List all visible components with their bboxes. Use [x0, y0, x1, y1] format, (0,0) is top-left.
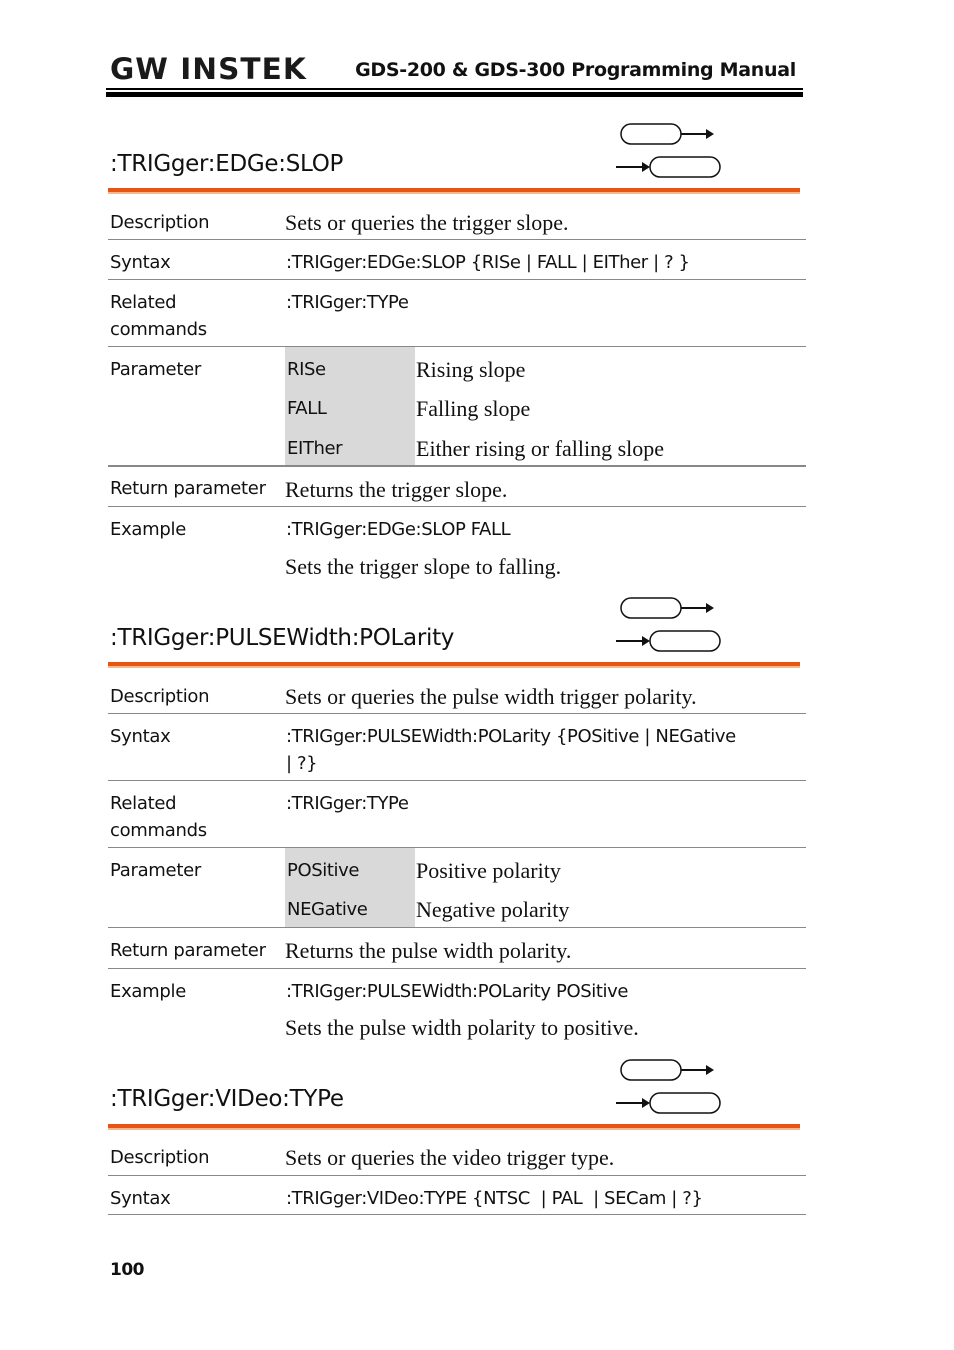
row-divider — [108, 1214, 806, 1215]
query-command-icon — [616, 630, 721, 652]
set-command-icon — [620, 1059, 714, 1081]
set-query-icon — [616, 1059, 721, 1114]
row-divider — [108, 780, 806, 781]
parameter-desc: Positive polarity — [416, 858, 561, 883]
syntax-text-cont: | ?} — [286, 753, 318, 774]
row-divider — [108, 713, 806, 714]
parameter-key: NEGative — [287, 899, 368, 920]
page-number: 100 — [110, 1260, 145, 1280]
example-command: :TRIGger:EDGe:SLOP FALL — [286, 519, 511, 540]
syntax-label: Syntax — [110, 726, 171, 747]
syntax-text: :TRIGger:EDGe:SLOP {RISe | FALL | EITher… — [286, 252, 690, 273]
manual-title: GDS-200 & GDS-300 Programming Manual — [355, 59, 796, 81]
return-text: Returns the pulse width polarity. — [285, 938, 572, 963]
query-command-icon — [616, 1092, 721, 1114]
row-divider — [108, 847, 806, 848]
set-query-icon — [616, 597, 721, 652]
brand-logo: GW INSTEK — [110, 52, 307, 86]
syntax-text: :TRIGger:PULSEWidth:POLarity {POSitive |… — [286, 726, 736, 747]
syntax-label: Syntax — [110, 1188, 171, 1209]
parameter-key: FALL — [287, 398, 327, 419]
row-divider — [108, 1175, 806, 1176]
set-query-icon — [616, 123, 721, 178]
row-divider — [108, 279, 806, 280]
syntax-text: :TRIGger:VIDeo:TYPE {NTSC | PAL | SECam … — [286, 1188, 703, 1209]
header-rule — [106, 88, 803, 90]
row-divider — [108, 506, 806, 507]
example-label: Example — [110, 519, 186, 540]
row-divider — [108, 465, 806, 467]
syntax-label: Syntax — [110, 252, 171, 273]
return-label: Return parameter — [110, 478, 266, 499]
header-rule-thick — [106, 92, 803, 97]
section-rule — [108, 662, 800, 668]
example-command: :TRIGger:PULSEWidth:POLarity POSitive — [286, 981, 629, 1002]
set-command-icon — [620, 597, 714, 619]
section-rule — [108, 1124, 800, 1130]
description-text: Sets or queries the video trigger type. — [285, 1145, 615, 1170]
row-divider — [108, 927, 806, 928]
description-label: Description — [110, 1147, 210, 1168]
example-label: Example — [110, 981, 186, 1002]
return-text: Returns the trigger slope. — [285, 477, 508, 502]
parameter-label: Parameter — [110, 860, 201, 881]
section-title: :TRIGger:EDGe:SLOP — [110, 151, 344, 177]
section-title: :TRIGger:PULSEWidth:POLarity — [110, 625, 455, 651]
parameter-desc: Falling slope — [416, 396, 531, 421]
related-label-2: commands — [110, 820, 207, 841]
example-description: Sets the trigger slope to falling. — [285, 554, 562, 579]
related-command: :TRIGger:TYPe — [286, 292, 409, 313]
parameter-key: POSitive — [287, 860, 360, 881]
parameter-desc: Negative polarity — [416, 897, 570, 922]
related-label: Related — [110, 793, 177, 814]
related-command: :TRIGger:TYPe — [286, 793, 409, 814]
description-text: Sets or queries the trigger slope. — [285, 210, 569, 235]
row-divider — [108, 346, 806, 347]
query-command-icon — [616, 156, 721, 178]
description-label: Description — [110, 686, 210, 707]
description-label: Description — [110, 212, 210, 233]
example-description: Sets the pulse width polarity to positiv… — [285, 1015, 639, 1040]
parameter-desc: Either rising or falling slope — [416, 436, 665, 461]
parameter-desc: Rising slope — [416, 357, 526, 382]
related-label: Related — [110, 292, 177, 313]
section-title: :TRIGger:VIDeo:TYPe — [110, 1086, 344, 1112]
related-label-2: commands — [110, 319, 207, 340]
section-rule — [108, 188, 800, 194]
parameter-key: EITher — [287, 438, 343, 459]
parameter-label: Parameter — [110, 359, 201, 380]
set-command-icon — [620, 123, 714, 145]
row-divider — [108, 239, 806, 240]
parameter-key: RISe — [287, 359, 326, 380]
row-divider — [108, 968, 806, 969]
return-label: Return parameter — [110, 940, 266, 961]
description-text: Sets or queries the pulse width trigger … — [285, 684, 697, 709]
